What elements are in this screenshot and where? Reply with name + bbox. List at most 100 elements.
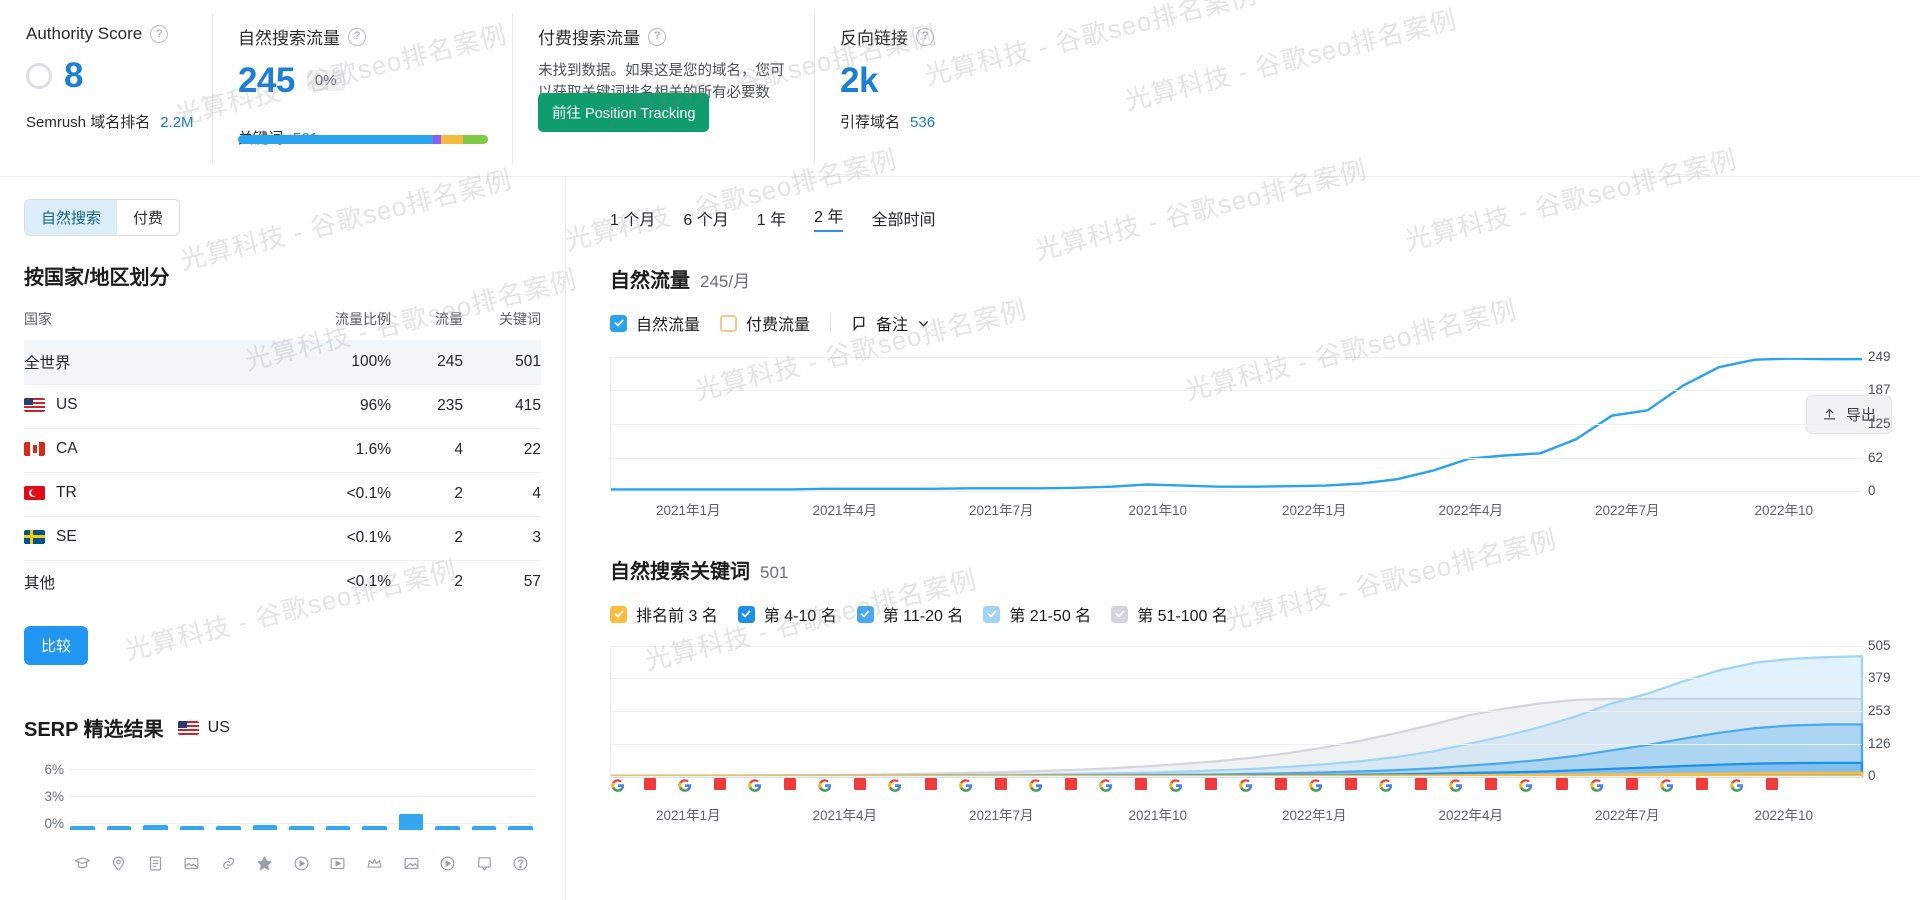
- document-icon[interactable]: [143, 855, 168, 872]
- serp-bar[interactable]: [143, 825, 168, 830]
- serp-bar[interactable]: [253, 825, 278, 830]
- google-update-icon[interactable]: [818, 778, 833, 793]
- time-range-all[interactable]: 全部时间: [871, 206, 935, 230]
- info-icon[interactable]: ?: [916, 28, 934, 46]
- star-icon[interactable]: [253, 855, 278, 872]
- time-range-1m[interactable]: 1 个月: [610, 206, 655, 230]
- cell-country[interactable]: TR: [24, 472, 189, 516]
- google-update-icon[interactable]: [1098, 778, 1113, 793]
- google-update-icon[interactable]: [1519, 778, 1534, 793]
- legend-paid-traffic[interactable]: 付费流量: [720, 311, 810, 335]
- referring-domains-value[interactable]: 536: [910, 114, 935, 131]
- algorithm-update-marker[interactable]: [1696, 778, 1708, 790]
- algorithm-update-marker[interactable]: [1135, 778, 1147, 790]
- comment-icon[interactable]: [472, 855, 497, 872]
- cell-traffic[interactable]: 235: [395, 384, 467, 428]
- play-icon[interactable]: [435, 855, 460, 872]
- time-range-1y[interactable]: 1 年: [757, 206, 786, 230]
- google-update-icon[interactable]: [1729, 778, 1744, 793]
- position-tracking-button[interactable]: 前往 Position Tracking: [538, 93, 709, 132]
- cell-traffic[interactable]: 245: [395, 340, 467, 384]
- table-row[interactable]: CA1.6%422: [24, 428, 541, 472]
- google-update-icon[interactable]: [1239, 778, 1254, 793]
- legend-rank-4[interactable]: 第 51-100 名: [1111, 602, 1228, 626]
- algorithm-update-marker[interactable]: [1626, 778, 1638, 790]
- cell-keywords[interactable]: 57: [467, 560, 541, 604]
- checkbox-rank-1[interactable]: [738, 606, 755, 623]
- play-circle-icon[interactable]: [289, 855, 314, 872]
- algorithm-update-marker[interactable]: [1485, 778, 1497, 790]
- serp-bar[interactable]: [107, 826, 132, 830]
- algorithm-update-marker[interactable]: [1275, 778, 1287, 790]
- crown-icon[interactable]: [362, 855, 387, 872]
- serp-bar[interactable]: [70, 826, 95, 830]
- google-update-icon[interactable]: [1028, 778, 1043, 793]
- checkbox-rank-0[interactable]: [610, 606, 627, 623]
- google-update-icon[interactable]: [1449, 778, 1464, 793]
- image-icon[interactable]: [399, 855, 424, 872]
- algorithm-update-marker[interactable]: [1766, 778, 1778, 790]
- algorithm-update-marker[interactable]: [1205, 778, 1217, 790]
- compare-button[interactable]: 比较: [24, 626, 88, 665]
- cell-country[interactable]: SE: [24, 516, 189, 560]
- cell-keywords[interactable]: 4: [467, 472, 541, 516]
- checkbox-rank-4[interactable]: [1111, 606, 1128, 623]
- google-update-icon[interactable]: [748, 778, 763, 793]
- cell-traffic[interactable]: 2: [395, 560, 467, 604]
- col-keywords[interactable]: 关键词: [467, 309, 541, 340]
- info-icon[interactable]: ?: [150, 25, 168, 43]
- question-icon[interactable]: [508, 855, 533, 872]
- google-update-icon[interactable]: [678, 778, 693, 793]
- col-traffic[interactable]: 流量: [395, 309, 467, 340]
- algorithm-update-marker[interactable]: [1415, 778, 1427, 790]
- algorithm-update-marker[interactable]: [1065, 778, 1077, 790]
- table-row[interactable]: SE<0.1%23: [24, 516, 541, 560]
- checkbox-paid-traffic[interactable]: [720, 315, 737, 332]
- checkbox-organic-traffic[interactable]: [610, 315, 627, 332]
- google-update-icon[interactable]: [1379, 778, 1394, 793]
- algorithm-update-marker[interactable]: [644, 778, 656, 790]
- serp-bar[interactable]: [508, 826, 533, 830]
- table-row[interactable]: TR<0.1%24: [24, 472, 541, 516]
- google-update-icon[interactable]: [1659, 778, 1674, 793]
- image-card-icon[interactable]: [180, 855, 205, 872]
- cell-traffic[interactable]: 2: [395, 516, 467, 560]
- toggle-organic[interactable]: 自然搜索: [25, 200, 117, 235]
- legend-organic-traffic[interactable]: 自然流量: [610, 311, 700, 335]
- cell-keywords[interactable]: 3: [467, 516, 541, 560]
- info-icon[interactable]: ?: [648, 28, 666, 46]
- serp-bar[interactable]: [326, 826, 351, 830]
- info-icon[interactable]: ?: [348, 28, 366, 46]
- video-box-icon[interactable]: [326, 855, 351, 872]
- link-icon[interactable]: [216, 855, 241, 872]
- serp-bar[interactable]: [289, 826, 314, 830]
- legend-rank-1[interactable]: 第 4-10 名: [738, 602, 837, 626]
- traffic-type-toggle[interactable]: 自然搜索 付费: [24, 199, 180, 236]
- checkbox-rank-2[interactable]: [857, 606, 874, 623]
- algorithm-update-marker[interactable]: [784, 778, 796, 790]
- serp-bar[interactable]: [435, 826, 460, 830]
- serp-bar[interactable]: [362, 826, 387, 830]
- cell-keywords[interactable]: 501: [467, 340, 541, 384]
- serp-bar[interactable]: [216, 826, 241, 830]
- algorithm-update-marker[interactable]: [854, 778, 866, 790]
- time-range-2y[interactable]: 2 年: [814, 203, 843, 232]
- notes-dropdown[interactable]: 备注: [851, 311, 930, 335]
- time-range-selector[interactable]: 1 个月 6 个月 1 年 2 年 全部时间: [567, 177, 1920, 232]
- location-pin-icon[interactable]: [107, 855, 132, 872]
- google-update-icon[interactable]: [610, 778, 625, 793]
- algorithm-update-marker[interactable]: [925, 778, 937, 790]
- col-traffic-share[interactable]: 流量比例: [309, 309, 395, 340]
- algorithm-update-marker[interactable]: [1345, 778, 1357, 790]
- algorithm-update-marker[interactable]: [995, 778, 1007, 790]
- cell-country[interactable]: 全世界: [24, 340, 189, 384]
- cell-traffic[interactable]: 4: [395, 428, 467, 472]
- cell-traffic[interactable]: 2: [395, 472, 467, 516]
- time-range-6m[interactable]: 6 个月: [683, 206, 728, 230]
- semrush-rank-value[interactable]: 2.2M: [160, 114, 193, 131]
- table-row[interactable]: 其他<0.1%257: [24, 560, 541, 604]
- cell-keywords[interactable]: 22: [467, 428, 541, 472]
- algorithm-update-marker[interactable]: [714, 778, 726, 790]
- checkbox-rank-3[interactable]: [983, 606, 1000, 623]
- legend-rank-0[interactable]: 排名前 3 名: [610, 602, 718, 626]
